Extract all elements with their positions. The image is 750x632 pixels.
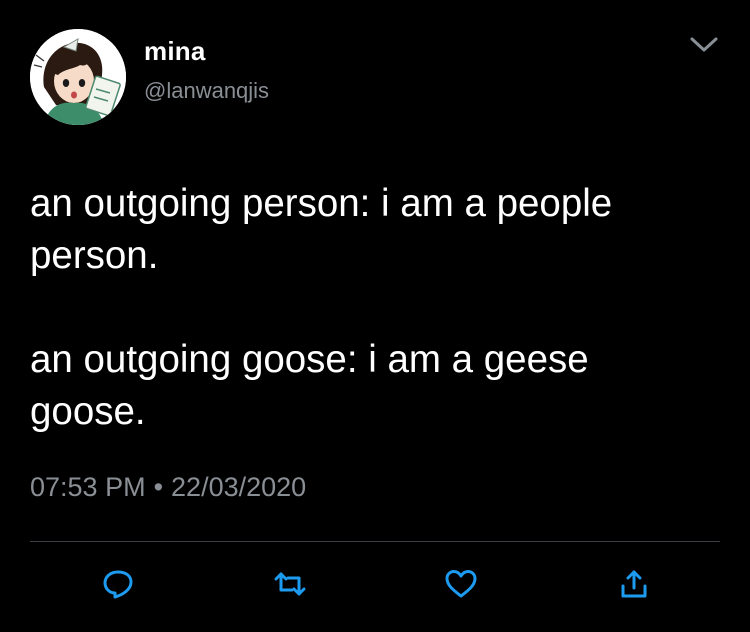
tweet-date: 22/03/2020 [171, 472, 307, 502]
heart-icon [445, 570, 477, 598]
avatar-illustration [30, 29, 126, 125]
tweet-line: goose. [30, 390, 146, 433]
tweet-line: an outgoing person: i am a people [30, 182, 613, 225]
retweet-icon [274, 572, 306, 596]
tweet-card: mina @lanwanqjis an outgoing person: i a… [0, 0, 750, 632]
tweet-line: an outgoing goose: i am a geese [30, 338, 589, 381]
avatar[interactable] [30, 29, 126, 125]
divider [30, 541, 720, 542]
timestamp[interactable]: 07:53 PM • 22/03/2020 [30, 472, 306, 503]
share-button[interactable] [616, 566, 652, 602]
chevron-down-icon[interactable] [686, 30, 722, 60]
tweet-line: person. [30, 234, 159, 277]
retweet-button[interactable] [272, 566, 308, 602]
timestamp-separator: • [153, 472, 164, 502]
tweet-time: 07:53 PM [30, 472, 146, 502]
tweet-text: an outgoing person: i am a people person… [30, 178, 720, 438]
display-name[interactable]: mina [144, 36, 205, 67]
reply-button[interactable] [100, 566, 136, 602]
user-handle[interactable]: @lanwanqjis [144, 78, 269, 104]
share-icon [621, 570, 647, 598]
like-button[interactable] [443, 566, 479, 602]
reply-icon [103, 570, 133, 599]
